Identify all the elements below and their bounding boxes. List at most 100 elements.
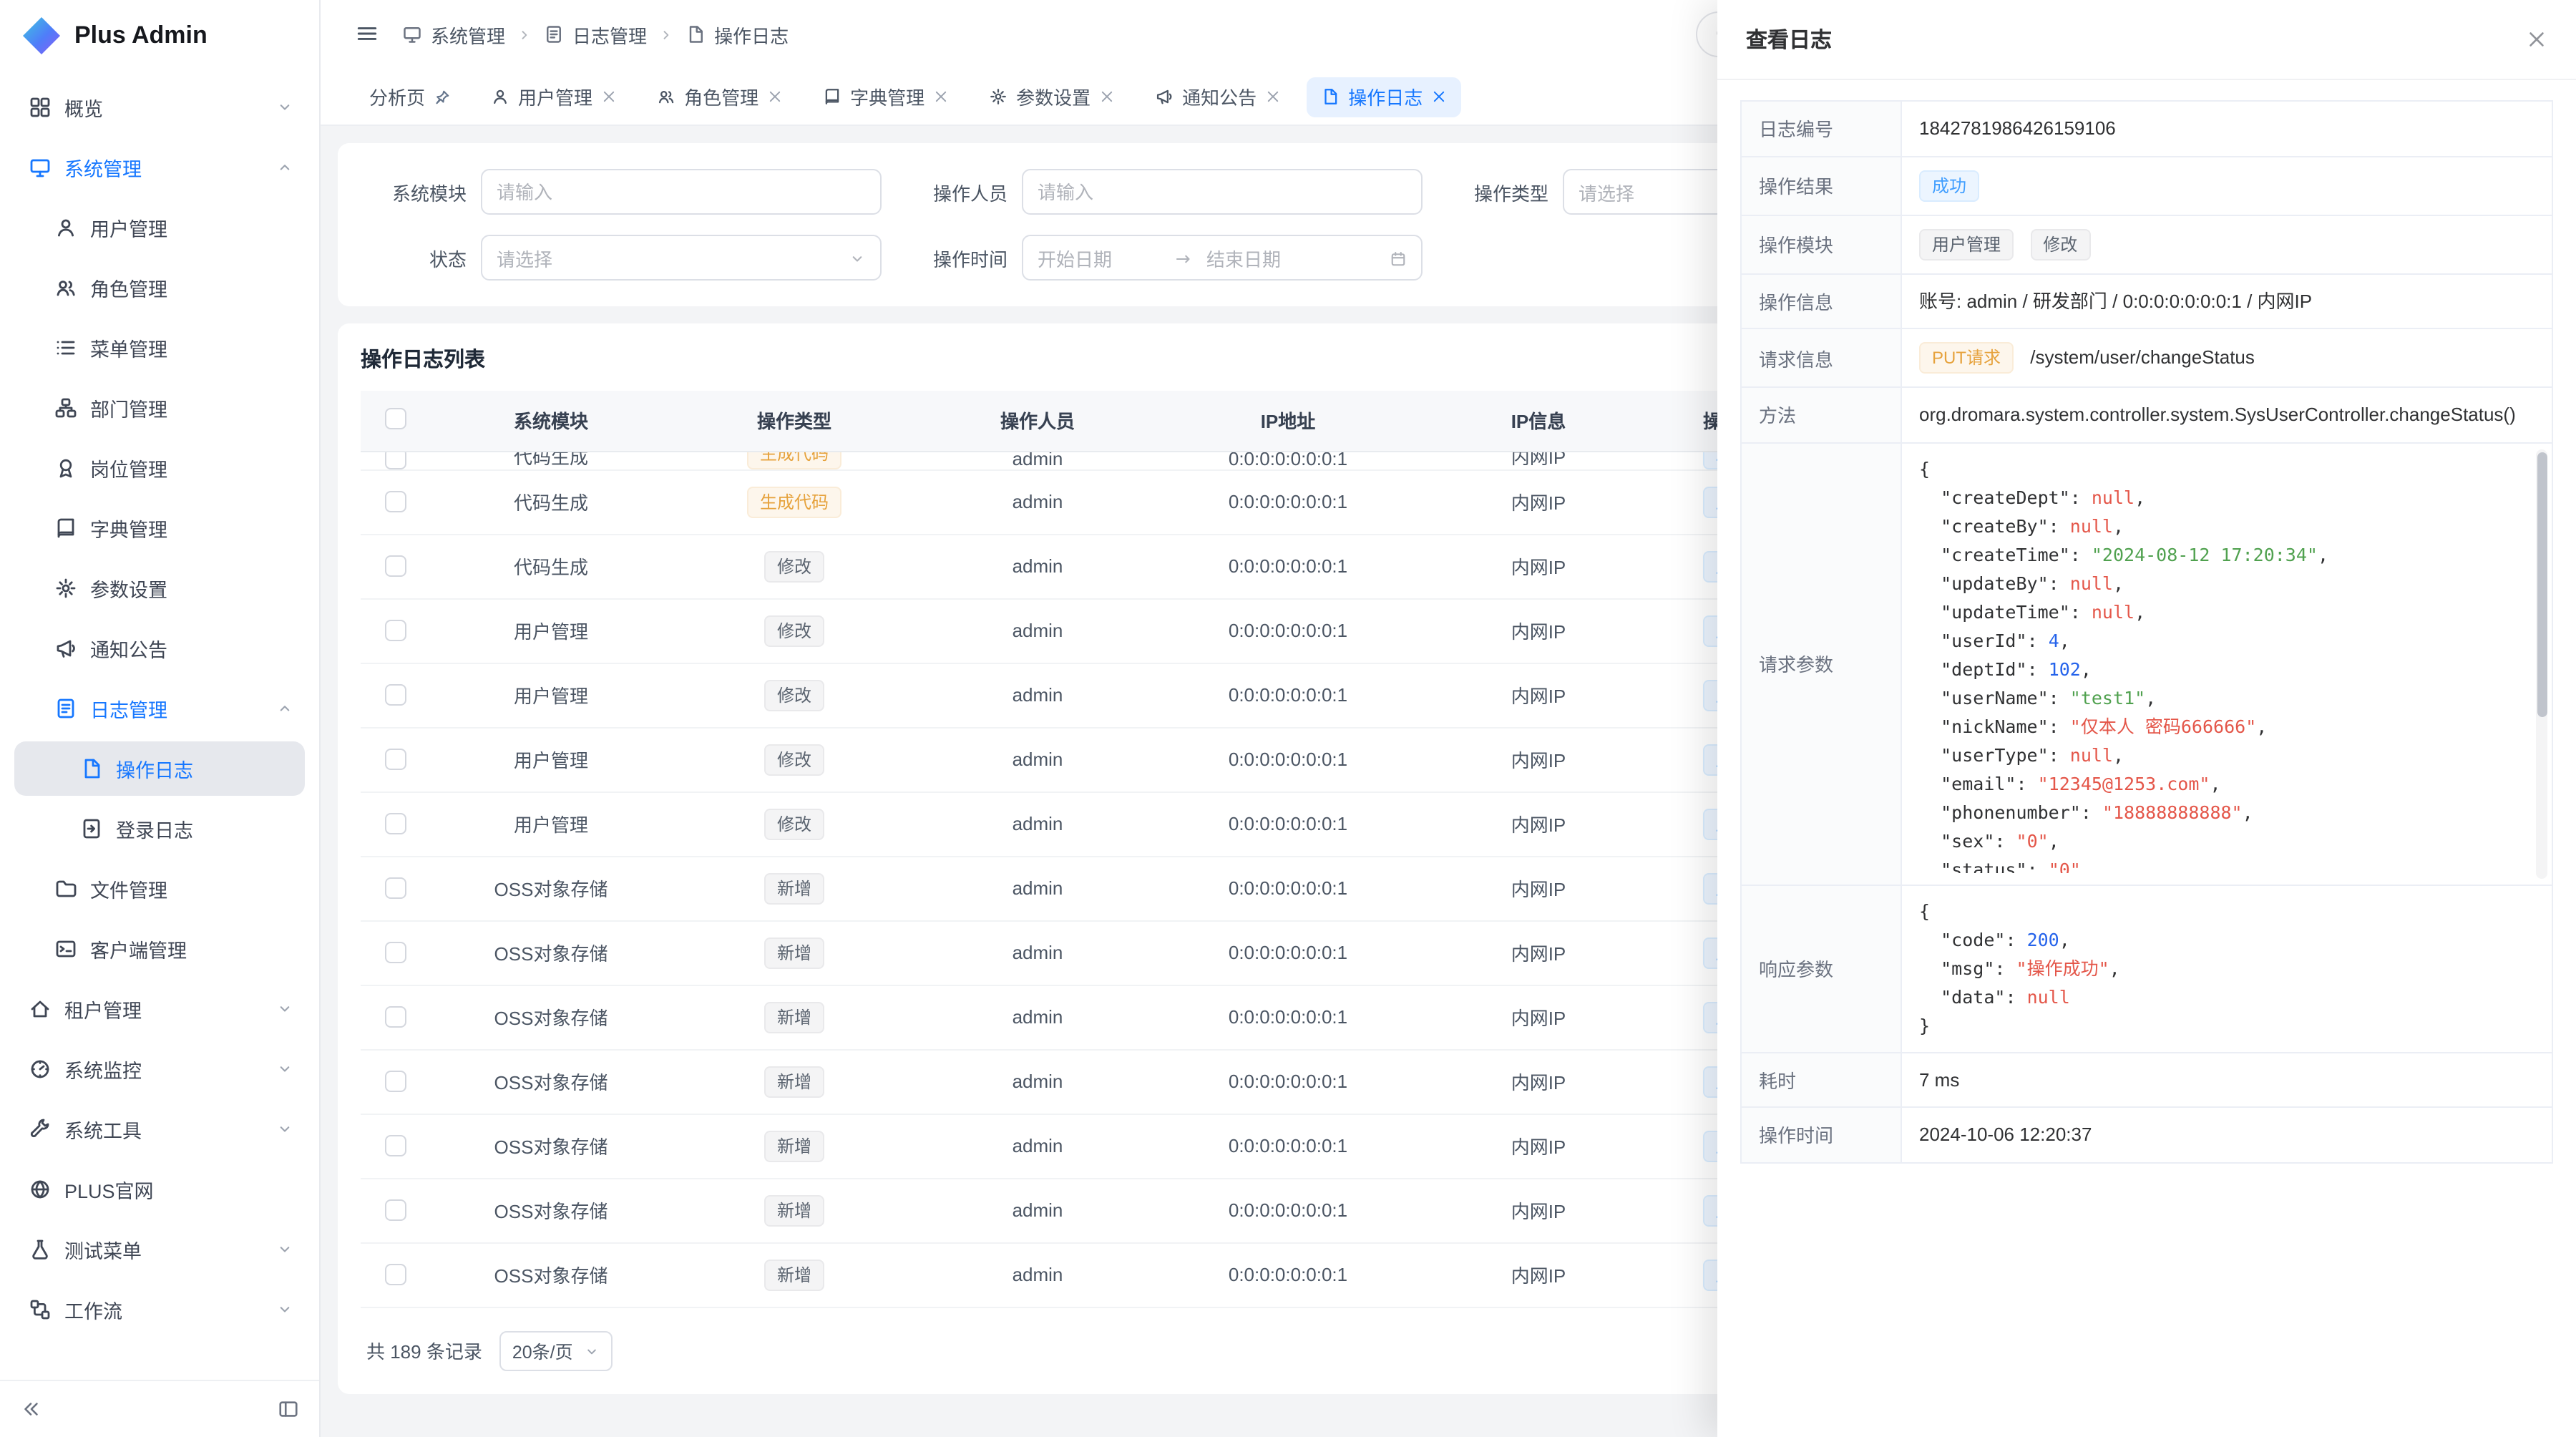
sidebar-item[interactable]: 系统管理	[14, 140, 305, 195]
operation-type-badge: 生成代码	[747, 452, 841, 469]
dashboard-icon	[29, 96, 52, 119]
row-checkbox[interactable]	[384, 1264, 406, 1285]
sidebar-item[interactable]: 租户管理	[14, 982, 305, 1036]
tab-item[interactable]: 分析页	[355, 77, 465, 117]
detail-row: 方法 org.dromara.system.controller.system.…	[1741, 387, 2552, 442]
date-range-picker[interactable]: 开始日期 结束日期	[1022, 235, 1423, 281]
page-size-value: 20条/页	[512, 1337, 573, 1364]
breadcrumb-item[interactable]: 系统管理	[402, 21, 505, 48]
tab-item[interactable]: 角色管理	[643, 77, 797, 117]
sidebar-item[interactable]: 系统监控	[14, 1042, 305, 1096]
detail-label: 操作时间	[1741, 1107, 1901, 1162]
row-checkbox[interactable]	[384, 1199, 406, 1221]
sidebar-item[interactable]: 登录日志	[14, 802, 305, 856]
operation-time-label: 操作时间	[907, 244, 1008, 271]
status-select[interactable]: 请选择	[481, 235, 882, 281]
tab-close-icon[interactable]	[1265, 89, 1281, 104]
tab-close-icon[interactable]	[1099, 89, 1115, 104]
row-checkbox[interactable]	[384, 813, 406, 834]
breadcrumb-item[interactable]: 操作日志	[686, 21, 789, 48]
pin-sidebar-button[interactable]	[278, 1396, 299, 1422]
chevron-up-icon	[276, 159, 293, 176]
tenant-icon	[29, 998, 52, 1020]
tab-label: 分析页	[369, 83, 425, 110]
method-value: org.dromara.system.controller.system.Sys…	[1901, 387, 2552, 442]
sidebar-item[interactable]: PLUS官网	[14, 1162, 305, 1217]
sidebar-item[interactable]: 角色管理	[14, 260, 305, 315]
row-checkbox[interactable]	[384, 684, 406, 706]
column-header: IP信息	[1417, 391, 1660, 451]
sidebar-item[interactable]: 日志管理	[14, 681, 305, 736]
row-checkbox[interactable]	[384, 491, 406, 512]
system-module-label: 系统模块	[366, 178, 467, 205]
drawer-close-button[interactable]	[2526, 26, 2547, 52]
sidebar-item-label: 通知公告	[90, 634, 167, 663]
chevron-down-icon	[585, 1343, 600, 1359]
tab-item[interactable]: 操作日志	[1307, 77, 1461, 117]
operation-type-badge: 修改	[764, 808, 824, 839]
row-checkbox[interactable]	[384, 877, 406, 899]
sidebar-item[interactable]: 概览	[14, 80, 305, 135]
tab-item[interactable]: 参数设置	[975, 77, 1129, 117]
operator-input[interactable]	[1022, 169, 1423, 215]
logo-icon	[23, 17, 60, 54]
column-header: 操作人员	[916, 391, 1159, 451]
detail-label: 请求信息	[1741, 328, 1901, 387]
scrollbar-thumb[interactable]	[2537, 452, 2547, 716]
menu-toggle-button[interactable]	[355, 21, 379, 47]
sidebar-item[interactable]: 用户管理	[14, 200, 305, 255]
sidebar-item-label: 文件管理	[90, 875, 167, 903]
row-checkbox[interactable]	[384, 942, 406, 963]
sidebar-item-label: 用户管理	[90, 213, 167, 242]
response-params-cell: { "code": 200, "msg": "操作成功", "data": nu…	[1901, 885, 2552, 1052]
select-all-checkbox[interactable]	[384, 408, 406, 429]
tab-item[interactable]: 字典管理	[809, 77, 963, 117]
tab-item[interactable]: 用户管理	[477, 77, 631, 117]
tab-close-icon[interactable]	[601, 89, 617, 104]
login-log-icon	[80, 817, 103, 840]
sidebar-item-label: 测试菜单	[64, 1235, 142, 1264]
page-size-select[interactable]: 20条/页	[499, 1330, 613, 1370]
row-checkbox[interactable]	[384, 452, 406, 469]
breadcrumb-item[interactable]: 日志管理	[544, 21, 647, 48]
breadcrumb: 系统管理 日志管理 操作日志	[402, 21, 789, 48]
sidebar-item[interactable]: 系统工具	[14, 1102, 305, 1156]
row-checkbox[interactable]	[384, 749, 406, 770]
chevron-up-icon	[276, 700, 293, 717]
start-date-placeholder: 开始日期	[1038, 244, 1161, 271]
chevron-down-icon	[276, 1241, 293, 1258]
system-icon	[29, 156, 52, 179]
tab-item[interactable]: 通知公告	[1141, 77, 1295, 117]
detail-row: 操作时间 2024-10-06 12:20:37	[1741, 1107, 2552, 1162]
operation-type-badge: 新增	[764, 872, 824, 904]
sidebar-item[interactable]: 参数设置	[14, 561, 305, 615]
sidebar-item[interactable]: 部门管理	[14, 381, 305, 435]
system-module-input[interactable]	[481, 169, 882, 215]
sidebar-item-label: 工作流	[64, 1295, 122, 1324]
tab-close-icon[interactable]	[1431, 89, 1447, 104]
sidebar-item[interactable]: 菜单管理	[14, 321, 305, 375]
sidebar-item[interactable]: 字典管理	[14, 501, 305, 555]
request-url-value: /system/user/changeStatus	[2030, 346, 2255, 368]
sidebar-item[interactable]: 岗位管理	[14, 441, 305, 495]
sidebar-item[interactable]: 客户端管理	[14, 922, 305, 976]
sidebar-item[interactable]: 工作流	[14, 1282, 305, 1337]
row-checkbox[interactable]	[384, 620, 406, 641]
tab-close-icon[interactable]	[767, 89, 783, 104]
detail-label: 操作结果	[1741, 156, 1901, 215]
collapse-sidebar-button[interactable]	[20, 1396, 42, 1422]
tab-label: 用户管理	[518, 83, 592, 110]
row-checkbox[interactable]	[384, 1006, 406, 1028]
sidebar-item[interactable]: 测试菜单	[14, 1222, 305, 1277]
detail-label: 方法	[1741, 387, 1901, 442]
tab-close-icon[interactable]	[933, 89, 949, 104]
detail-label: 操作模块	[1741, 215, 1901, 273]
row-checkbox[interactable]	[384, 555, 406, 577]
row-checkbox[interactable]	[384, 1071, 406, 1092]
folder-icon	[54, 877, 77, 900]
double-chevron-left-icon	[20, 1398, 42, 1420]
sidebar-item[interactable]: 通知公告	[14, 621, 305, 676]
sidebar-item[interactable]: 文件管理	[14, 862, 305, 916]
row-checkbox[interactable]	[384, 1135, 406, 1156]
sidebar-item[interactable]: 操作日志	[14, 741, 305, 796]
